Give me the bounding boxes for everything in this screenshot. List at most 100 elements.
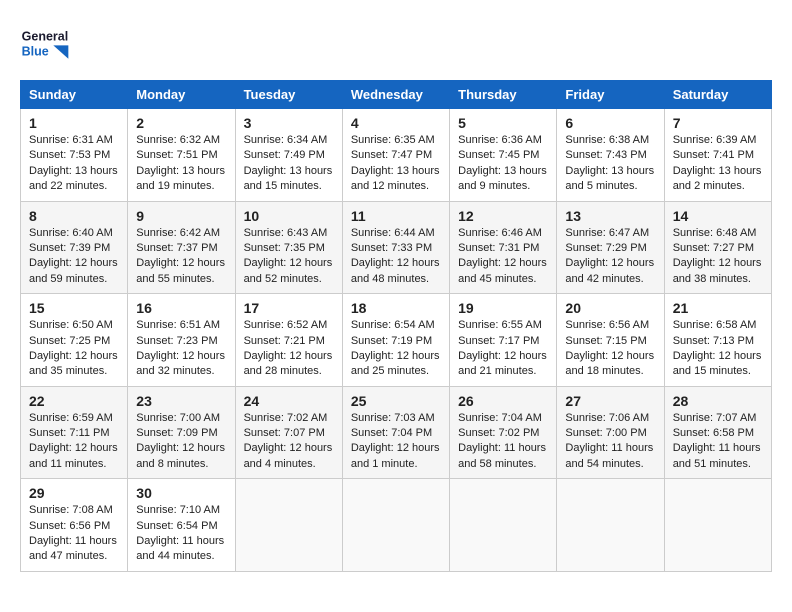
day-info: Sunrise: 6:38 AM Sunset: 7:43 PM Dayligh… xyxy=(565,133,655,195)
day-info: Sunrise: 6:52 AM Sunset: 7:21 PM Dayligh… xyxy=(244,318,334,380)
day-info: Sunrise: 7:10 AM Sunset: 6:54 PM Dayligh… xyxy=(136,503,226,565)
logo: General Blue xyxy=(20,20,70,70)
day-number: 4 xyxy=(351,115,441,131)
day-number: 12 xyxy=(458,208,548,224)
day-info: Sunrise: 6:31 AM Sunset: 7:53 PM Dayligh… xyxy=(29,133,119,195)
day-info: Sunrise: 6:43 AM Sunset: 7:35 PM Dayligh… xyxy=(244,226,334,288)
calendar-cell: 5 Sunrise: 6:36 AM Sunset: 7:45 PM Daylig… xyxy=(450,109,557,202)
day-info: Sunrise: 6:42 AM Sunset: 7:37 PM Dayligh… xyxy=(136,226,226,288)
header-thursday: Thursday xyxy=(450,81,557,109)
header-friday: Friday xyxy=(557,81,664,109)
day-number: 23 xyxy=(136,393,226,409)
calendar-cell: 20 Sunrise: 6:56 AM Sunset: 7:15 PM Dayli… xyxy=(557,294,664,387)
calendar-cell xyxy=(235,479,342,572)
calendar-cell: 22 Sunrise: 6:59 AM Sunset: 7:11 PM Dayli… xyxy=(21,386,128,479)
calendar-cell: 14 Sunrise: 6:48 AM Sunset: 7:27 PM Dayli… xyxy=(664,201,771,294)
calendar-cell: 8 Sunrise: 6:40 AM Sunset: 7:39 PM Daylig… xyxy=(21,201,128,294)
calendar-cell: 23 Sunrise: 7:00 AM Sunset: 7:09 PM Dayli… xyxy=(128,386,235,479)
day-info: Sunrise: 6:58 AM Sunset: 7:13 PM Dayligh… xyxy=(673,318,763,380)
calendar-cell: 17 Sunrise: 6:52 AM Sunset: 7:21 PM Dayli… xyxy=(235,294,342,387)
day-number: 6 xyxy=(565,115,655,131)
calendar-cell: 21Sunrise: 6:58 AM Sunset: 7:13 PM Dayli… xyxy=(664,294,771,387)
calendar-cell: 12 Sunrise: 6:46 AM Sunset: 7:31 PM Dayli… xyxy=(450,201,557,294)
day-info: Sunrise: 6:32 AM Sunset: 7:51 PM Dayligh… xyxy=(136,133,226,195)
day-number: 15 xyxy=(29,300,119,316)
day-number: 7 xyxy=(673,115,763,131)
calendar-cell: 28 Sunrise: 7:07 AM Sunset: 6:58 PM Dayli… xyxy=(664,386,771,479)
calendar-cell: 30 Sunrise: 7:10 AM Sunset: 6:54 PM Dayli… xyxy=(128,479,235,572)
day-number: 20 xyxy=(565,300,655,316)
day-number: 29 xyxy=(29,485,119,501)
calendar-cell: 13 Sunrise: 6:47 AM Sunset: 7:29 PM Dayli… xyxy=(557,201,664,294)
day-number: 9 xyxy=(136,208,226,224)
calendar-cell: 6 Sunrise: 6:38 AM Sunset: 7:43 PM Daylig… xyxy=(557,109,664,202)
day-info: Sunrise: 6:54 AM Sunset: 7:19 PM Dayligh… xyxy=(351,318,441,380)
day-number: 5 xyxy=(458,115,548,131)
header-monday: Monday xyxy=(128,81,235,109)
day-number: 11 xyxy=(351,208,441,224)
day-number: 3 xyxy=(244,115,334,131)
day-number: 28 xyxy=(673,393,763,409)
calendar-cell xyxy=(557,479,664,572)
header-tuesday: Tuesday xyxy=(235,81,342,109)
day-number: 19 xyxy=(458,300,548,316)
day-number: 25 xyxy=(351,393,441,409)
day-info: Sunrise: 6:48 AM Sunset: 7:27 PM Dayligh… xyxy=(673,226,763,288)
day-info: Sunrise: 6:51 AM Sunset: 7:23 PM Dayligh… xyxy=(136,318,226,380)
day-info: Sunrise: 6:36 AM Sunset: 7:45 PM Dayligh… xyxy=(458,133,548,195)
day-number: 13 xyxy=(565,208,655,224)
day-info: Sunrise: 7:06 AM Sunset: 7:00 PM Dayligh… xyxy=(565,411,655,473)
day-number: 27 xyxy=(565,393,655,409)
day-info: Sunrise: 6:50 AM Sunset: 7:25 PM Dayligh… xyxy=(29,318,119,380)
svg-text:Blue: Blue xyxy=(22,44,49,58)
day-info: Sunrise: 6:55 AM Sunset: 7:17 PM Dayligh… xyxy=(458,318,548,380)
calendar-cell: 29Sunrise: 7:08 AM Sunset: 6:56 PM Dayli… xyxy=(21,479,128,572)
calendar-cell: 25 Sunrise: 7:03 AM Sunset: 7:04 PM Dayli… xyxy=(342,386,449,479)
day-info: Sunrise: 6:44 AM Sunset: 7:33 PM Dayligh… xyxy=(351,226,441,288)
calendar-cell xyxy=(450,479,557,572)
calendar-cell: 15 Sunrise: 6:50 AM Sunset: 7:25 PM Dayli… xyxy=(21,294,128,387)
calendar-cell: 16 Sunrise: 6:51 AM Sunset: 7:23 PM Dayli… xyxy=(128,294,235,387)
day-number: 22 xyxy=(29,393,119,409)
page-header: General Blue xyxy=(20,20,772,70)
svg-text:General: General xyxy=(22,29,69,43)
day-number: 17 xyxy=(244,300,334,316)
day-number: 1 xyxy=(29,115,119,131)
calendar-cell: 26Sunrise: 7:04 AM Sunset: 7:02 PM Dayli… xyxy=(450,386,557,479)
day-info: Sunrise: 6:47 AM Sunset: 7:29 PM Dayligh… xyxy=(565,226,655,288)
calendar-cell: 2 Sunrise: 6:32 AM Sunset: 7:51 PM Daylig… xyxy=(128,109,235,202)
day-info: Sunrise: 7:02 AM Sunset: 7:07 PM Dayligh… xyxy=(244,411,334,473)
day-info: Sunrise: 6:56 AM Sunset: 7:15 PM Dayligh… xyxy=(565,318,655,380)
day-number: 30 xyxy=(136,485,226,501)
calendar-cell: 1 Sunrise: 6:31 AM Sunset: 7:53 PM Daylig… xyxy=(21,109,128,202)
day-number: 2 xyxy=(136,115,226,131)
header-saturday: Saturday xyxy=(664,81,771,109)
day-info: Sunrise: 6:46 AM Sunset: 7:31 PM Dayligh… xyxy=(458,226,548,288)
calendar-cell: 9 Sunrise: 6:42 AM Sunset: 7:37 PM Daylig… xyxy=(128,201,235,294)
day-info: Sunrise: 6:59 AM Sunset: 7:11 PM Dayligh… xyxy=(29,411,119,473)
calendar-cell: 10Sunrise: 6:43 AM Sunset: 7:35 PM Dayli… xyxy=(235,201,342,294)
calendar-cell: 18 Sunrise: 6:54 AM Sunset: 7:19 PM Dayli… xyxy=(342,294,449,387)
day-number: 26 xyxy=(458,393,548,409)
logo-icon: General Blue xyxy=(20,20,70,70)
header-wednesday: Wednesday xyxy=(342,81,449,109)
calendar-cell: 27 Sunrise: 7:06 AM Sunset: 7:00 PM Dayli… xyxy=(557,386,664,479)
day-info: Sunrise: 7:00 AM Sunset: 7:09 PM Dayligh… xyxy=(136,411,226,473)
calendar-cell: 4 Sunrise: 6:35 AM Sunset: 7:47 PM Daylig… xyxy=(342,109,449,202)
day-number: 14 xyxy=(673,208,763,224)
calendar-cell xyxy=(664,479,771,572)
day-info: Sunrise: 7:07 AM Sunset: 6:58 PM Dayligh… xyxy=(673,411,763,473)
day-number: 8 xyxy=(29,208,119,224)
day-info: Sunrise: 6:35 AM Sunset: 7:47 PM Dayligh… xyxy=(351,133,441,195)
day-info: Sunrise: 6:39 AM Sunset: 7:41 PM Dayligh… xyxy=(673,133,763,195)
calendar-cell: 7 Sunrise: 6:39 AM Sunset: 7:41 PM Daylig… xyxy=(664,109,771,202)
header-sunday: Sunday xyxy=(21,81,128,109)
day-number: 24 xyxy=(244,393,334,409)
day-info: Sunrise: 6:40 AM Sunset: 7:39 PM Dayligh… xyxy=(29,226,119,288)
day-info: Sunrise: 7:03 AM Sunset: 7:04 PM Dayligh… xyxy=(351,411,441,473)
calendar-cell: 19 Sunrise: 6:55 AM Sunset: 7:17 PM Dayli… xyxy=(450,294,557,387)
day-number: 16 xyxy=(136,300,226,316)
calendar-cell: 11 Sunrise: 6:44 AM Sunset: 7:33 PM Dayli… xyxy=(342,201,449,294)
day-number: 18 xyxy=(351,300,441,316)
calendar-cell xyxy=(342,479,449,572)
